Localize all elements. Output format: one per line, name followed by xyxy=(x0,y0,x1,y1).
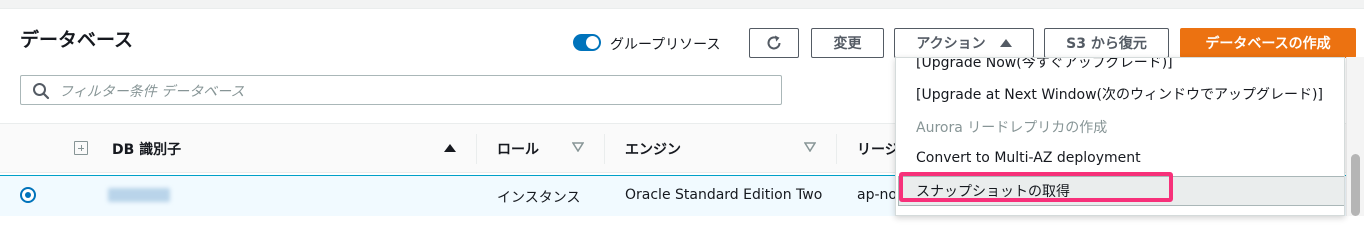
actions-button-label: アクション xyxy=(916,36,986,52)
refresh-button[interactable] xyxy=(749,28,799,58)
restore-from-s3-button[interactable]: S3 から復元 xyxy=(1044,28,1169,58)
sort-descending-icon[interactable] xyxy=(804,142,816,152)
page-title: データベース xyxy=(20,29,134,51)
menu-item-upgrade-next-window[interactable]: [Upgrade at Next Window(次のウィンドウでアップグレード)… xyxy=(916,84,1323,104)
refresh-icon xyxy=(767,35,781,50)
cell-role: インスタンス xyxy=(497,190,581,206)
search-placeholder: フィルター条件 データベース xyxy=(59,84,245,100)
column-region[interactable]: リージ xyxy=(857,139,899,159)
top-strip xyxy=(0,0,1364,9)
actions-button[interactable]: アクション xyxy=(894,28,1034,58)
dropdown-scrollbar[interactable] xyxy=(1346,57,1364,216)
row-select-radio[interactable] xyxy=(20,187,36,203)
menu-item-upgrade-now[interactable]: [Upgrade Now(今すぐアップグレード)] xyxy=(916,58,1173,72)
column-engine[interactable]: エンジン xyxy=(625,139,681,159)
sort-descending-icon[interactable] xyxy=(572,142,584,152)
column-db-identifier[interactable]: DB 識別子 xyxy=(112,139,181,159)
expand-all-icon[interactable] xyxy=(74,141,88,155)
caret-up-icon xyxy=(999,39,1012,47)
modify-button[interactable]: 変更 xyxy=(811,28,884,58)
sort-ascending-icon[interactable] xyxy=(444,144,456,152)
column-divider xyxy=(604,134,605,164)
column-role[interactable]: ロール xyxy=(497,139,539,159)
group-resources-toggle[interactable] xyxy=(573,34,601,51)
menu-item-create-aurora-read-replica: Aurora リードレプリカの作成 xyxy=(916,120,1108,136)
column-divider xyxy=(836,134,837,164)
search-icon xyxy=(33,83,50,100)
column-divider xyxy=(476,134,477,164)
db-identifier-link[interactable] xyxy=(108,188,170,202)
search-input[interactable]: フィルター条件 データベース xyxy=(20,75,782,105)
toggle-knob xyxy=(586,36,599,49)
cell-engine: Oracle Standard Edition Two xyxy=(625,187,823,203)
menu-item-convert-multi-az[interactable]: Convert to Multi-AZ deployment xyxy=(916,150,1141,166)
create-database-button[interactable]: データベースの作成 xyxy=(1180,28,1356,58)
scrollbar-thumb[interactable] xyxy=(1351,154,1360,216)
radio-dot xyxy=(25,192,31,198)
highlight-annotation-box xyxy=(899,172,1173,202)
group-resources-label: グループリソース xyxy=(610,37,721,53)
cell-region: ap-no xyxy=(857,187,897,203)
